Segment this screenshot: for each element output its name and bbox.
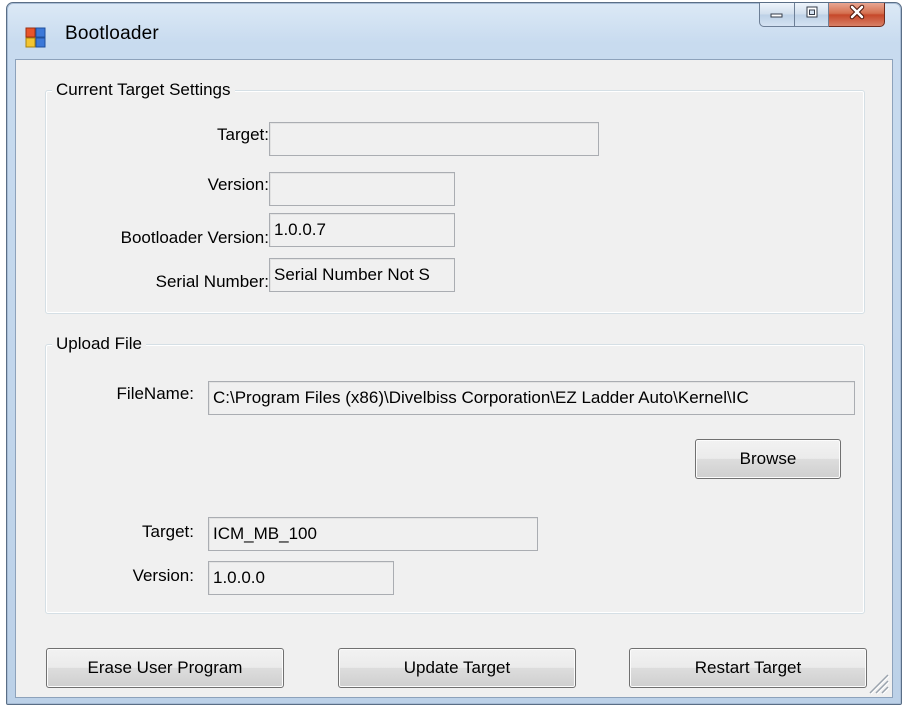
- client-area: Current Target Settings Target: Version:…: [15, 59, 893, 698]
- erase-user-program-button[interactable]: Erase User Program: [46, 648, 284, 688]
- maximize-button[interactable]: [795, 3, 829, 27]
- filename-label: FileName:: [116, 384, 194, 403]
- filename-field[interactable]: C:\Program Files (x86)\Divelbiss Corpora…: [208, 381, 855, 415]
- upload-version-field[interactable]: 1.0.0.0: [208, 561, 394, 595]
- minimize-icon: [769, 6, 785, 24]
- serial-number-field[interactable]: Serial Number Not S: [269, 258, 455, 292]
- bootloader-window: Bootloader Current Target Settings Targe…: [6, 2, 902, 705]
- caption-buttons: [759, 3, 885, 29]
- browse-button[interactable]: Browse: [695, 439, 841, 479]
- current-version-field[interactable]: [269, 172, 455, 206]
- upload-file-legend: Upload File: [52, 334, 146, 354]
- current-target-settings-legend: Current Target Settings: [52, 80, 235, 100]
- resize-grip-icon[interactable]: [864, 669, 890, 695]
- update-target-button[interactable]: Update Target: [338, 648, 576, 688]
- app-window-icon: [25, 27, 47, 49]
- close-button[interactable]: [829, 3, 885, 27]
- close-icon: [848, 4, 866, 25]
- window-title: Bootloader: [65, 23, 159, 44]
- bootloader-version-field[interactable]: 1.0.0.7: [269, 213, 455, 247]
- maximize-icon: [804, 5, 820, 24]
- current-target-label: Target:: [217, 125, 269, 144]
- current-target-field[interactable]: [269, 122, 599, 156]
- upload-target-field[interactable]: ICM_MB_100: [208, 517, 538, 551]
- current-version-label: Version:: [207, 175, 269, 194]
- title-bar[interactable]: Bootloader: [7, 3, 901, 59]
- upload-version-label: Version:: [132, 566, 194, 585]
- minimize-button[interactable]: [759, 3, 795, 27]
- serial-number-label: Serial Number:: [155, 272, 269, 291]
- bootloader-version-label: Bootloader Version:: [120, 228, 269, 247]
- restart-target-button[interactable]: Restart Target: [629, 648, 867, 688]
- upload-target-label: Target:: [142, 522, 194, 541]
